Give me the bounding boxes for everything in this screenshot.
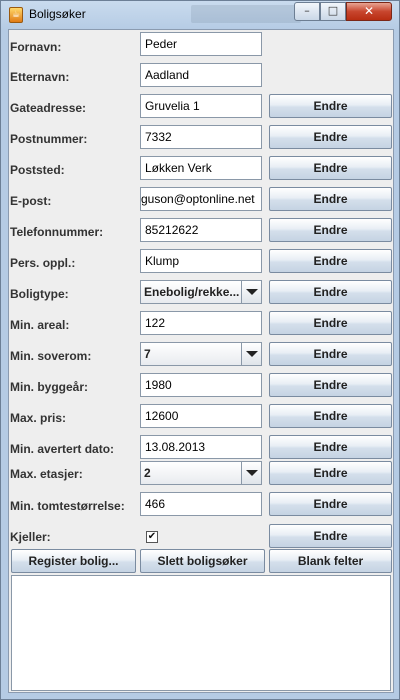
label-max-pris: Max. pris: [10,411,67,425]
boligtype-select[interactable]: Enebolig/rekke... [140,280,262,304]
label-min-tomtestorrelse: Min. tomtestørrelse: [10,499,125,513]
background-window-ghost [191,5,301,23]
slett-boligsoker-button[interactable]: Slett boligsøker [140,549,265,573]
label-etternavn: Etternavn: [10,70,70,84]
pers-oppl-field[interactable]: Klump [140,249,262,273]
chevron-down-icon[interactable] [241,343,261,365]
endre-min-byggeaar-button[interactable]: Endre [269,373,392,397]
label-fornavn: Fornavn: [10,40,62,54]
label-pers-oppl: Pers. oppl.: [10,256,76,270]
label-poststed: Poststed: [10,163,65,177]
boligtype-selected: Enebolig/rekke... [144,285,240,299]
label-gateadresse: Gateadresse: [10,101,87,115]
chevron-down-icon[interactable] [241,462,261,484]
min-avertert-dato-field[interactable]: 13.08.2013 [140,435,262,459]
kjeller-checkbox[interactable]: ✔ [146,531,158,543]
label-boligtype: Boligtype: [10,287,69,301]
app-window: ☕ Boligsøker – □ ✕ Fornavn: Peder Ettern… [0,0,400,700]
label-max-etasjer: Max. etasjer: [10,467,83,481]
blank-felter-button[interactable]: Blank felter [269,549,392,573]
endre-min-areal-button[interactable]: Endre [269,311,392,335]
minimize-button[interactable]: – [294,2,320,21]
max-etasjer-selected: 2 [144,466,151,480]
chevron-down-icon[interactable] [241,281,261,303]
endre-pers-oppl-button[interactable]: Endre [269,249,392,273]
gateadresse-field[interactable]: Gruvelia 1 [140,94,262,118]
endre-max-pris-button[interactable]: Endre [269,404,392,428]
endre-boligtype-button[interactable]: Endre [269,280,392,304]
label-min-byggeaar: Min. byggeår: [10,380,89,394]
min-soverom-selected: 7 [144,347,151,361]
etternavn-field[interactable]: Aadland [140,63,262,87]
endre-epost-button[interactable]: Endre [269,187,392,211]
endre-max-etasjer-button[interactable]: Endre [269,461,392,485]
label-epost: E-post: [10,194,52,208]
register-bolig-button[interactable]: Register bolig... [11,549,136,573]
label-min-avertert-dato: Min. avertert dato: [10,442,115,456]
close-button[interactable]: ✕ [346,2,392,21]
java-icon: ☕ [9,7,23,23]
fornavn-field[interactable]: Peder [140,32,262,56]
form-panel: Fornavn: Peder Etternavn: Aadland Gatead… [8,29,394,693]
endre-kjeller-button[interactable]: Endre [269,524,392,548]
output-text-area[interactable] [11,575,391,691]
label-min-soverom: Min. soverom: [10,349,92,363]
endre-min-tomtestorrelse-button[interactable]: Endre [269,492,392,516]
endre-min-avertert-dato-button[interactable]: Endre [269,435,392,459]
poststed-field[interactable]: Løkken Verk [140,156,262,180]
endre-gateadresse-button[interactable]: Endre [269,94,392,118]
maximize-button[interactable]: □ [320,2,346,21]
max-etasjer-select[interactable]: 2 [140,461,262,485]
label-postnummer: Postnummer: [10,132,88,146]
endre-min-soverom-button[interactable]: Endre [269,342,392,366]
label-kjeller: Kjeller: [10,530,51,544]
label-telefonnummer: Telefonnummer: [10,225,104,239]
endre-poststed-button[interactable]: Endre [269,156,392,180]
endre-telefonnummer-button[interactable]: Endre [269,218,392,242]
min-tomtestorrelse-field[interactable]: 466 [140,492,262,516]
title-bar[interactable]: ☕ Boligsøker – □ ✕ [1,1,399,29]
telefonnummer-field[interactable]: 85212622 [140,218,262,242]
endre-postnummer-button[interactable]: Endre [269,125,392,149]
min-areal-field[interactable]: 122 [140,311,262,335]
window-title: Boligsøker [29,7,86,21]
label-min-areal: Min. areal: [10,318,70,332]
epost-field[interactable]: guson@optonline.net [140,187,262,211]
min-byggeaar-field[interactable]: 1980 [140,373,262,397]
postnummer-field[interactable]: 7332 [140,125,262,149]
max-pris-field[interactable]: 12600 [140,404,262,428]
min-soverom-select[interactable]: 7 [140,342,262,366]
